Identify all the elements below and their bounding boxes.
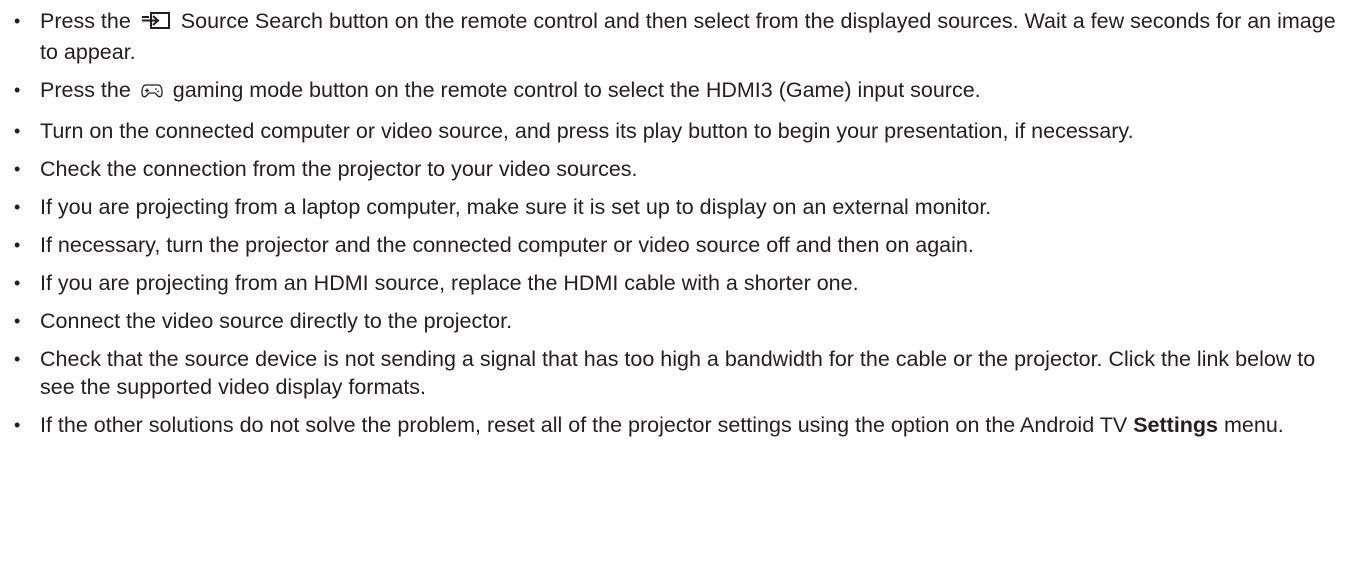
bullet: • xyxy=(14,349,21,369)
item-text-after: Source Search button on the remote contr… xyxy=(40,9,1336,64)
list-item: • Press the gaming mode button on the re… xyxy=(0,76,1361,107)
list-item: • Check the connection from the projecto… xyxy=(0,155,1361,183)
list-item: • Turn on the connected computer or vide… xyxy=(0,117,1361,145)
item-text: If necessary, turn the projector and the… xyxy=(40,233,974,257)
item-text: Connect the video source directly to the… xyxy=(40,309,513,333)
item-text-after: gaming mode button on the remote control… xyxy=(172,78,981,102)
item-text: Check that the source device is not send… xyxy=(40,347,1316,399)
troubleshooting-list: • Press the Source Search button on the … xyxy=(0,0,1361,439)
bullet: • xyxy=(14,273,21,293)
item-text: If you are projecting from an HDMI sourc… xyxy=(40,271,859,295)
list-item: • If the other solutions do not solve th… xyxy=(0,411,1361,439)
settings-menu-name: Settings xyxy=(1133,413,1219,437)
bullet: • xyxy=(14,197,21,217)
bullet: • xyxy=(14,235,21,255)
item-text-before: If the other solutions do not solve the … xyxy=(40,413,1128,437)
bullet: • xyxy=(14,415,21,435)
bullet: • xyxy=(14,121,21,141)
item-text: Turn on the connected computer or video … xyxy=(40,119,1134,143)
list-item: • Press the Source Search button on the … xyxy=(0,7,1361,66)
bullet: • xyxy=(14,80,21,100)
item-text-before: Press the xyxy=(40,78,131,102)
gamepad-icon xyxy=(141,79,163,107)
bullet: • xyxy=(14,11,21,31)
bullet: • xyxy=(14,311,21,331)
list-item: • If necessary, turn the projector and t… xyxy=(0,231,1361,259)
bullet: • xyxy=(14,159,21,179)
list-item: • If you are projecting from an HDMI sou… xyxy=(0,269,1361,297)
item-text: Check the connection from the projector … xyxy=(40,157,638,181)
item-text-after: menu. xyxy=(1224,413,1284,437)
list-item: • Connect the video source directly to t… xyxy=(0,307,1361,335)
item-text-before: Press the xyxy=(40,9,131,33)
list-item: • Check that the source device is not se… xyxy=(0,345,1361,401)
source-search-icon xyxy=(141,10,171,38)
item-text: If you are projecting from a laptop comp… xyxy=(40,195,992,219)
list-item: • If you are projecting from a laptop co… xyxy=(0,193,1361,221)
